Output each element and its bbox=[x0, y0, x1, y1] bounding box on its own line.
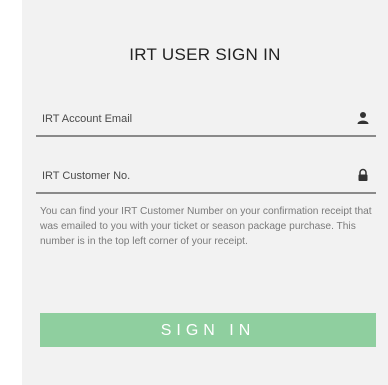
email-field[interactable] bbox=[36, 105, 342, 133]
user-icon bbox=[356, 111, 370, 125]
sign-in-button[interactable]: SIGN IN bbox=[40, 313, 376, 347]
lock-icon bbox=[356, 168, 370, 182]
form-title: IRT USER SIGN IN bbox=[129, 45, 281, 64]
customer-number-help-text: You can find your IRT Customer Number on… bbox=[40, 206, 372, 247]
customer-number-field[interactable] bbox=[36, 162, 342, 190]
email-field-container[interactable] bbox=[36, 105, 376, 137]
customer-number-field-container[interactable] bbox=[36, 162, 376, 194]
sign-in-card: IRT USER SIGN IN You can find your IRT C… bbox=[22, 0, 388, 385]
